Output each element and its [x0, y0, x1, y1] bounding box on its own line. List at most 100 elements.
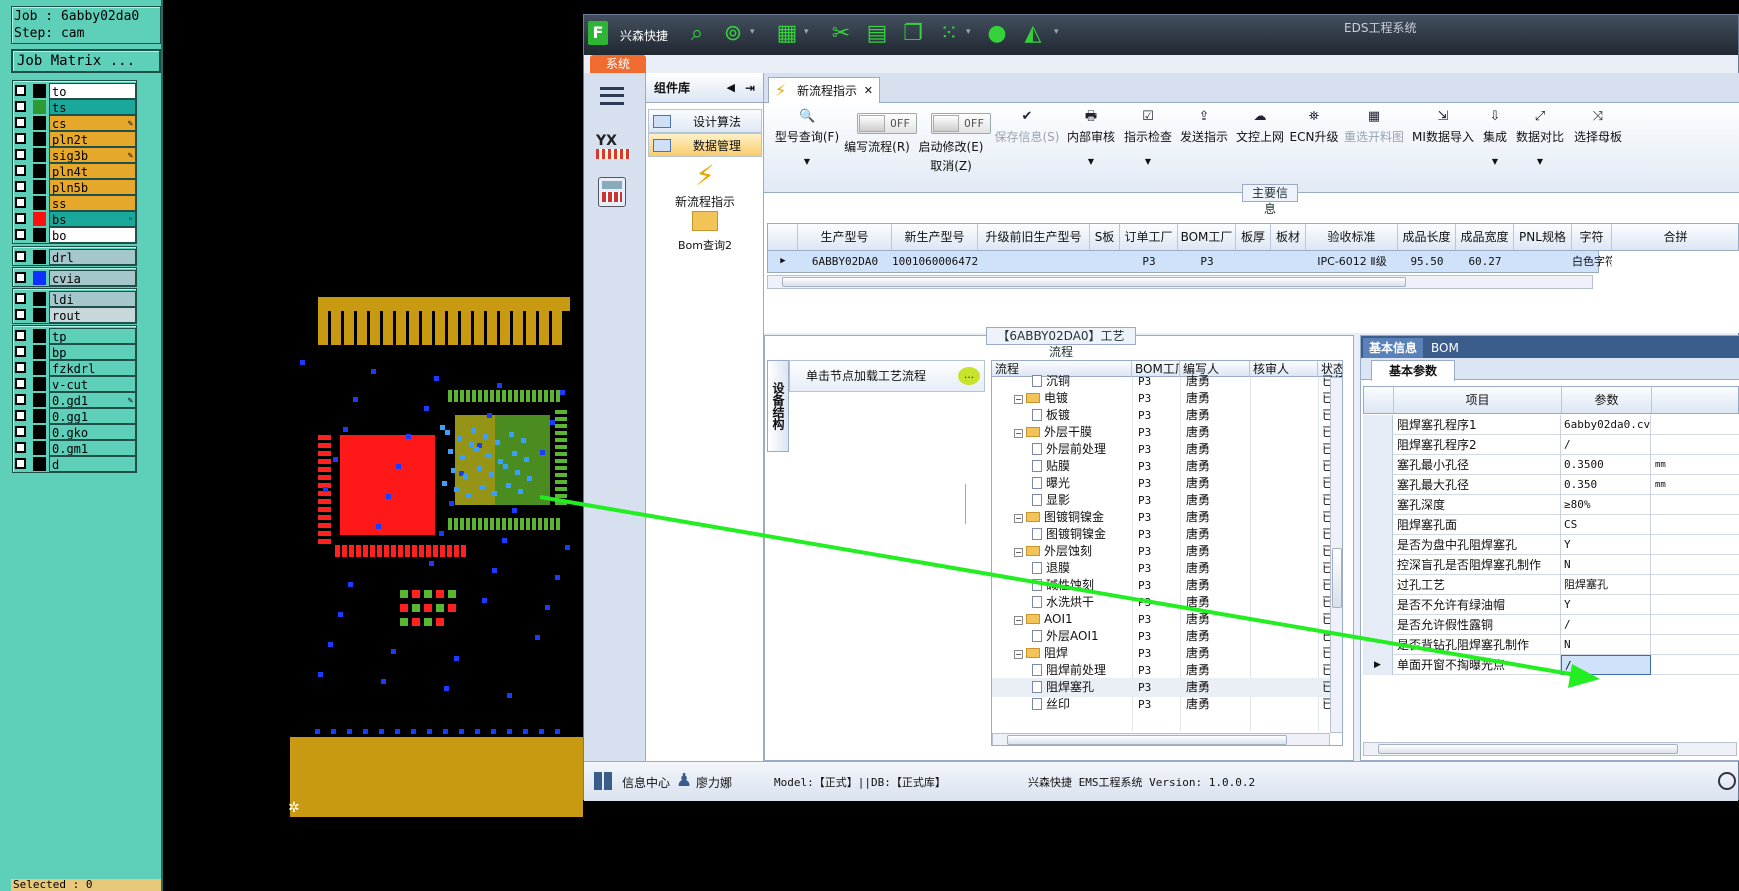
lifebuoy-icon[interactable]: ⊚	[720, 21, 746, 47]
layer-checkbox[interactable]	[15, 293, 26, 304]
column-header[interactable]: 验收标准	[1306, 224, 1398, 250]
table-icon[interactable]: ▦	[774, 21, 800, 47]
ribbon-button[interactable]: ☁ 文控上网	[1232, 109, 1288, 145]
column-header[interactable]: 升级前旧生产型号	[978, 224, 1090, 250]
complib-item-data[interactable]: 数据管理	[648, 133, 762, 157]
table-row[interactable]: ▶ 6ABBY02DA0 10010600064721 P3 P3 IPC-6012 Ⅱ级…	[767, 251, 1612, 273]
layer-checkbox[interactable]	[15, 272, 26, 283]
tab-basic-info[interactable]: 基本信息	[1363, 338, 1424, 358]
chart-icon[interactable]: ◭	[1020, 21, 1046, 47]
collapse-icon[interactable]: −	[1014, 429, 1023, 438]
layer-checkbox[interactable]	[15, 394, 26, 405]
param-row[interactable]: 塞孔最小孔径 0.3500 mm	[1363, 455, 1739, 475]
chevron-down-icon[interactable]: ▼	[1478, 157, 1512, 166]
tree-vscrollbar[interactable]	[1330, 377, 1342, 733]
column-header[interactable]: PNL规格	[1514, 224, 1572, 250]
params-scrollbar[interactable]	[1363, 742, 1737, 756]
layer-checkbox[interactable]	[15, 197, 26, 208]
layer-checkbox[interactable]	[15, 117, 26, 128]
layer-checkbox[interactable]	[15, 346, 26, 357]
param-row[interactable]: 阻焊塞孔程序2/	[1363, 435, 1739, 455]
layer-row[interactable]: 0.gm1	[13, 440, 138, 456]
tab-basic-params[interactable]: 基本参数	[1371, 360, 1455, 381]
column-header[interactable]: 合拼	[1612, 224, 1739, 250]
load-process-hint[interactable]: 单击节点加载工艺流程 …	[789, 360, 985, 392]
ribbon-button[interactable]: ⇩ 集成 ▼	[1478, 109, 1512, 166]
param-value[interactable]: N	[1561, 555, 1651, 575]
layer-checkbox[interactable]	[15, 149, 26, 160]
layer-row[interactable]: ss	[13, 195, 138, 211]
chevron-down-icon[interactable]: ▾	[804, 27, 809, 37]
layer-row[interactable]: bp	[13, 344, 138, 360]
layer-checkbox[interactable]	[15, 181, 26, 192]
column-header[interactable]: 新生产型号	[892, 224, 978, 250]
column-header[interactable]: BOM工厂	[1178, 224, 1236, 250]
system-tab[interactable]: 系统	[590, 55, 646, 73]
chevron-down-icon[interactable]: ▾	[966, 27, 971, 37]
layer-checkbox[interactable]	[15, 251, 26, 262]
tab-new-process[interactable]: ⚡ 新流程指示 ✕	[768, 77, 880, 104]
layer-checkbox[interactable]	[15, 85, 26, 96]
layer-row[interactable]: 0.gg1	[13, 408, 138, 424]
toggle-switch[interactable]: OFF	[931, 113, 991, 134]
layer-row[interactable]: cvia	[13, 270, 138, 286]
ribbon-button[interactable]: ⇪ 发送指示	[1176, 109, 1232, 145]
layer-row[interactable]: 0.gd1 ✎	[13, 392, 138, 408]
param-value[interactable]: /	[1561, 615, 1651, 635]
layer-checkbox[interactable]	[15, 442, 26, 453]
param-row[interactable]: 过孔工艺 阻焊塞孔	[1363, 575, 1739, 595]
layer-row[interactable]: fzkdrl	[13, 360, 138, 376]
param-row[interactable]: 阻焊塞孔面 CS	[1363, 515, 1739, 535]
column-header[interactable]: 订单工厂	[1120, 224, 1178, 250]
ribbon-button[interactable]: OFF 编写流程(R)	[840, 109, 917, 155]
yx-logo-icon[interactable]: YX	[596, 133, 630, 167]
scissors-icon[interactable]: ✂	[828, 21, 854, 47]
layer-row[interactable]: d	[13, 456, 138, 472]
collapse-icon[interactable]: −	[1014, 514, 1023, 523]
param-row[interactable]: ▶ 单面开窗不掏曝光点 /	[1363, 655, 1739, 675]
film-icon[interactable]: ▤	[864, 21, 890, 47]
param-row[interactable]: 塞孔最大孔径 0.350 mm	[1363, 475, 1739, 495]
param-value[interactable]: N	[1561, 635, 1651, 655]
layer-checkbox[interactable]	[15, 378, 26, 389]
ribbon-button[interactable]: ⇲ MI数据导入	[1410, 109, 1476, 145]
layer-checkbox[interactable]	[15, 133, 26, 144]
column-header[interactable]: 成品长度	[1398, 224, 1456, 250]
layer-checkbox[interactable]	[15, 165, 26, 176]
copy-icon[interactable]: ❐	[900, 21, 926, 47]
tree-node[interactable]: 丝印P3唐勇已编写	[992, 695, 1342, 714]
layer-row[interactable]: to	[13, 83, 138, 99]
layer-row[interactable]: rout	[13, 307, 138, 323]
ribbon-button[interactable]: ⛯ ECN升级	[1288, 109, 1340, 145]
param-value[interactable]: 6abby02da0.cvia	[1561, 415, 1651, 435]
param-value[interactable]: 0.3500	[1561, 455, 1651, 475]
layer-row[interactable]: v-cut	[13, 376, 138, 392]
chevron-down-icon[interactable]: ▼	[1512, 157, 1568, 166]
param-row[interactable]: 是否为盘中孔阻焊塞孔 Y	[1363, 535, 1739, 555]
collapse-icon[interactable]: −	[1014, 616, 1023, 625]
layer-row[interactable]: pln4t	[13, 163, 138, 179]
collapse-icon[interactable]: −	[1014, 395, 1023, 404]
param-value[interactable]: Y	[1561, 535, 1651, 555]
layer-row[interactable]: ts	[13, 99, 138, 115]
tree-hscrollbar[interactable]	[992, 733, 1330, 745]
layer-row[interactable]: 0.gko	[13, 424, 138, 440]
column-header[interactable]: 字符	[1572, 224, 1612, 250]
layer-row[interactable]: tp	[13, 328, 138, 344]
param-row[interactable]: 是否不允许有绿油帽 Y	[1363, 595, 1739, 615]
job-matrix-button[interactable]: Job Matrix ...	[11, 49, 161, 73]
param-row[interactable]: 阻焊塞孔程序16abby02da0.cvia	[1363, 415, 1739, 435]
search-icon[interactable]: ⌕	[684, 21, 710, 47]
main-info-scrollbar[interactable]	[767, 275, 1593, 289]
layer-checkbox[interactable]	[15, 410, 26, 421]
ribbon-button[interactable]: ▦ 重选开料图	[1340, 109, 1408, 145]
layer-checkbox[interactable]	[15, 362, 26, 373]
ribbon-button[interactable]: ☑ 指示检查 ▼	[1120, 109, 1176, 166]
chevron-down-icon[interactable]: ▾	[750, 27, 755, 37]
complib-item-design[interactable]: 设计算法	[648, 109, 762, 133]
collapse-icon[interactable]: −	[1014, 548, 1023, 557]
tab-equipment-structure[interactable]: 设备结构	[767, 360, 789, 452]
layer-checkbox[interactable]	[15, 330, 26, 341]
layer-row[interactable]: ldi	[13, 291, 138, 307]
splitter-handle[interactable]	[965, 484, 971, 524]
